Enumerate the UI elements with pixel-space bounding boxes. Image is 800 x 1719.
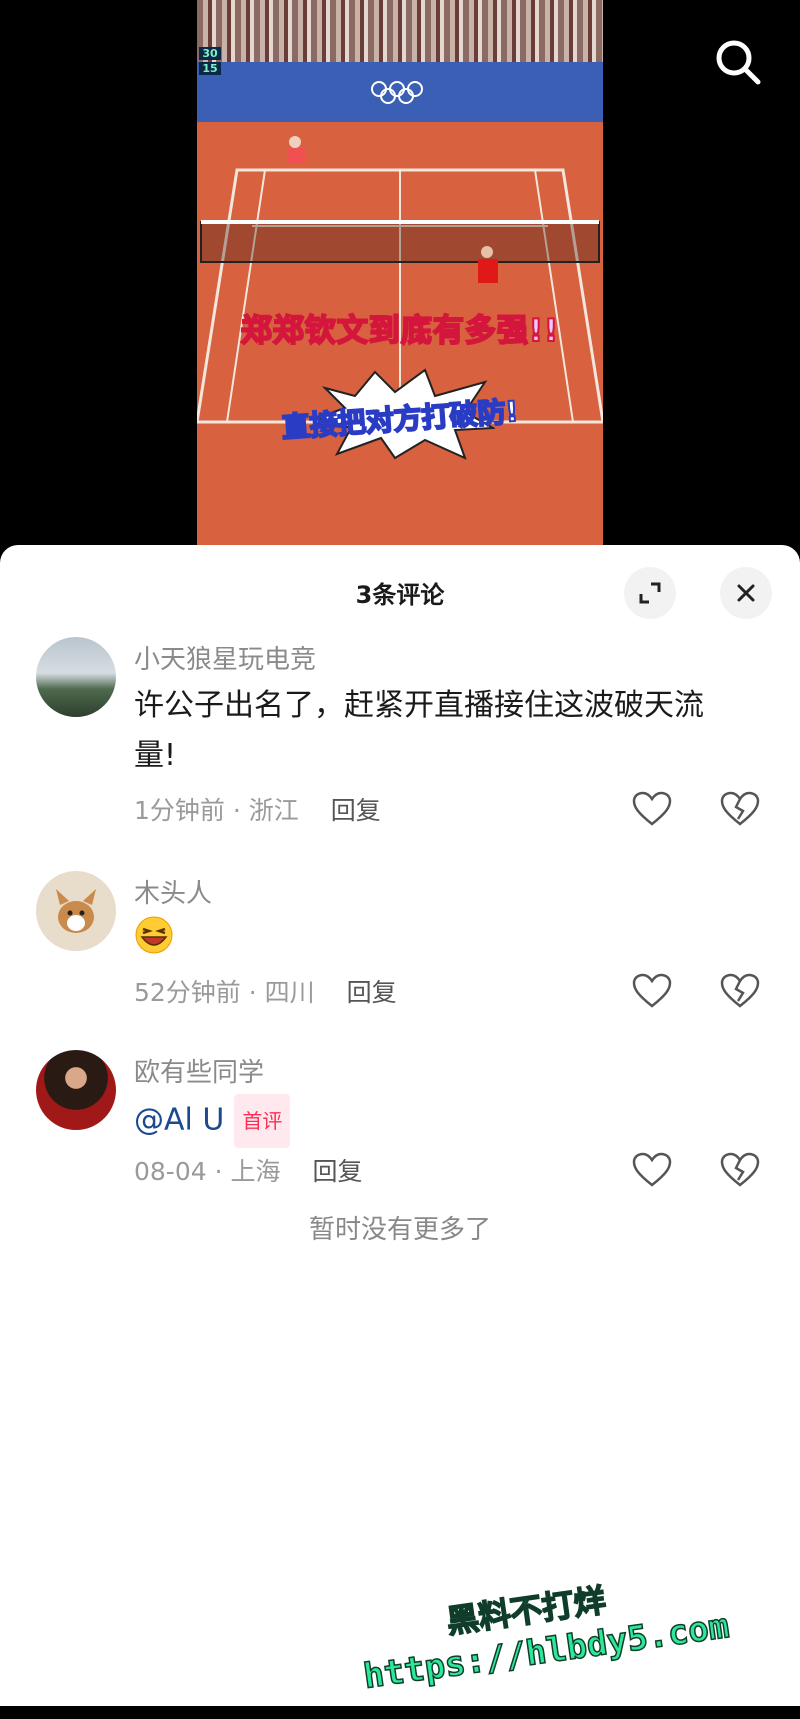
dog-avatar-image bbox=[56, 889, 96, 933]
no-more-comments-text: 暂时没有更多了 bbox=[308, 1215, 491, 1245]
score-bottom: 15 bbox=[199, 62, 221, 75]
broken-heart-icon[interactable] bbox=[720, 973, 760, 1009]
comment-emoji-line bbox=[134, 915, 744, 971]
video-player[interactable]: 30 15 郑郑钦文到底有多强!! 直接把对方打破防! bbox=[0, 0, 800, 545]
heart-icon[interactable] bbox=[632, 1152, 672, 1188]
avatar[interactable] bbox=[36, 1050, 116, 1130]
user-mention-link[interactable]: @Al U bbox=[134, 1103, 224, 1138]
comment-meta: 52分钟前 · 四川 回复 bbox=[134, 973, 397, 1009]
heart-icon[interactable] bbox=[632, 973, 672, 1009]
olympic-rings-icon bbox=[371, 81, 423, 104]
comment-meta: 1分钟前 · 浙江 回复 bbox=[134, 791, 381, 827]
comment-text: 许公子出名了，赶紧开直播接住这波破天流量! bbox=[134, 688, 704, 773]
reply-button[interactable]: 回复 bbox=[331, 796, 381, 825]
search-icon bbox=[716, 40, 761, 85]
comments-count-title: 3条评论 bbox=[355, 581, 445, 609]
expand-button[interactable] bbox=[624, 567, 676, 619]
comment-meta: 08-04 · 上海 回复 bbox=[134, 1152, 363, 1188]
heart-icon[interactable] bbox=[632, 791, 672, 827]
close-button[interactable] bbox=[720, 567, 772, 619]
comment-time-location: 08-04 · 上海 bbox=[134, 1157, 281, 1186]
score-top: 30 bbox=[199, 47, 221, 60]
comment-time-location: 52分钟前 · 四川 bbox=[134, 978, 315, 1007]
comment-username[interactable]: 欧有些同学 bbox=[134, 1052, 264, 1089]
laughing-face-emoji-icon bbox=[135, 916, 173, 954]
scoreboard: 30 15 bbox=[199, 47, 221, 77]
comment-username[interactable]: 小天狼星玩电竞 bbox=[134, 639, 316, 676]
stadium-stands bbox=[197, 0, 603, 62]
comment-username[interactable]: 木头人 bbox=[134, 873, 212, 910]
close-icon bbox=[737, 584, 755, 602]
video-frame[interactable]: 30 15 郑郑钦文到底有多强!! 直接把对方打破防! bbox=[197, 0, 603, 545]
expand-icon bbox=[639, 582, 661, 604]
comment-text-line: @Al U 首评 bbox=[134, 1094, 744, 1148]
first-comment-badge: 首评 bbox=[234, 1094, 291, 1148]
broken-heart-icon[interactable] bbox=[720, 1152, 760, 1188]
reply-button[interactable]: 回复 bbox=[313, 1157, 363, 1186]
comment-time-location: 1分钟前 · 浙江 bbox=[134, 796, 299, 825]
broken-heart-icon[interactable] bbox=[720, 791, 760, 827]
reply-button[interactable]: 回复 bbox=[347, 978, 397, 1007]
comments-sheet[interactable]: 3条评论 小天狼星玩电竞 许公子出名了，赶紧开直播接住这波破天流量! 1分钟前 … bbox=[0, 545, 800, 1706]
avatar[interactable] bbox=[36, 637, 116, 717]
search-button[interactable] bbox=[712, 36, 764, 88]
avatar[interactable] bbox=[36, 871, 116, 951]
video-caption-title: 郑郑钦文到底有多强!! bbox=[240, 312, 560, 350]
